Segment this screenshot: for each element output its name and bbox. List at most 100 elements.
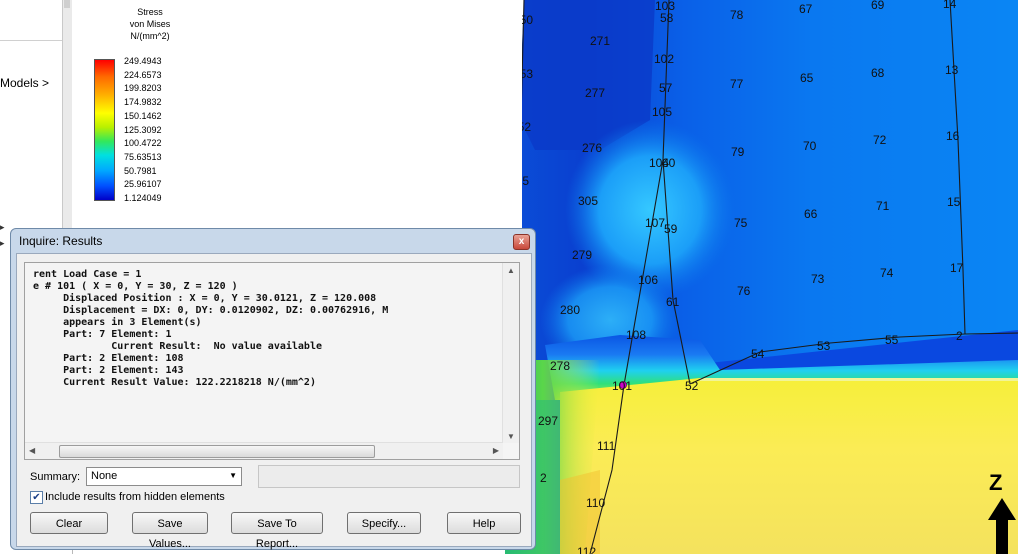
results-line: Part: 7 Element: 1 bbox=[33, 329, 172, 340]
node-label: 67 bbox=[799, 2, 813, 16]
node-label: 73 bbox=[811, 272, 825, 286]
node-label: 110 bbox=[586, 496, 605, 510]
expand-arrow-icon[interactable]: ▸ bbox=[0, 238, 5, 249]
node-label: 277 bbox=[585, 86, 605, 100]
node-label: 2 bbox=[956, 329, 963, 343]
node-label: 52 bbox=[685, 379, 699, 393]
scroll-right-icon[interactable]: ▶ bbox=[493, 446, 499, 455]
node-label: 59 bbox=[664, 222, 678, 236]
scroll-up-icon[interactable]: ▲ bbox=[507, 266, 515, 275]
results-text-area[interactable]: rent Load Case = 1e # 101 ( X = 0, Y = 3… bbox=[24, 262, 520, 460]
node-label: 76 bbox=[737, 284, 751, 298]
node-label: 71 bbox=[876, 199, 890, 213]
legend-value: 224.6573 bbox=[124, 69, 162, 80]
legend-title-line: Stress bbox=[137, 7, 163, 17]
results-line: Displacement = DX: 0, DY: 0.0120902, DZ:… bbox=[33, 305, 389, 316]
node-label: 60 bbox=[662, 156, 676, 170]
dialog-title: Inquire: Results bbox=[19, 234, 103, 248]
node-label: 55 bbox=[885, 333, 899, 347]
node-label: 77 bbox=[730, 77, 744, 91]
vertical-scrollbar[interactable]: ▲ ▼ bbox=[502, 263, 519, 443]
node-label: 69 bbox=[871, 0, 885, 12]
node-label: 17 bbox=[950, 261, 964, 275]
node-label: 57 bbox=[659, 81, 673, 95]
results-line: rent Load Case = 1 bbox=[33, 269, 142, 280]
legend-value: 125.3092 bbox=[124, 124, 162, 135]
node-label: 101 bbox=[612, 379, 632, 393]
node-label: 58 bbox=[660, 11, 674, 25]
node-label: 305 bbox=[578, 194, 598, 208]
node-label: 297 bbox=[538, 414, 558, 428]
results-line: Current Result Value: 122.2218218 N/(mm^… bbox=[33, 377, 316, 388]
node-label: 13 bbox=[945, 63, 959, 77]
node-label: 108 bbox=[626, 328, 646, 342]
close-button[interactable]: x bbox=[513, 234, 530, 250]
summary-output-field bbox=[258, 465, 520, 488]
include-hidden-checkbox[interactable]: ✔ bbox=[30, 491, 43, 504]
clear-button[interactable]: Clear bbox=[30, 512, 108, 534]
legend-value: 150.1462 bbox=[124, 110, 162, 121]
node-label: 78 bbox=[730, 8, 744, 22]
result-legend: Stress von Mises N/(mm^2) 249.4943 224.6… bbox=[72, 0, 522, 230]
node-label: 16 bbox=[946, 129, 960, 143]
node-label: 75 bbox=[734, 216, 748, 230]
panel-scrollbar[interactable] bbox=[62, 0, 72, 230]
node-label: 53 bbox=[817, 339, 831, 353]
node-label: 107 bbox=[645, 216, 665, 230]
results-text: rent Load Case = 1e # 101 ( X = 0, Y = 3… bbox=[33, 269, 388, 389]
node-label: 280 bbox=[560, 303, 580, 317]
legend-value: 25.96107 bbox=[124, 179, 162, 190]
legend-title-line: N/(mm^2) bbox=[130, 31, 170, 41]
node-label: 278 bbox=[550, 359, 570, 373]
scrollbar-thumb[interactable] bbox=[64, 0, 70, 8]
node-label: 74 bbox=[880, 266, 894, 280]
node-label: 70 bbox=[803, 139, 817, 153]
node-label: 14 bbox=[943, 0, 957, 11]
node-label: 72 bbox=[873, 133, 887, 147]
horizontal-scrollbar[interactable]: ◀ ▶ bbox=[25, 442, 503, 459]
legend-value: 75.63513 bbox=[124, 151, 162, 162]
legend-value: 1.124049 bbox=[124, 193, 162, 204]
node-label: 66 bbox=[804, 207, 818, 221]
node-label: 276 bbox=[582, 141, 602, 155]
legend-value: 174.9832 bbox=[124, 97, 162, 108]
legend-value: 199.8203 bbox=[124, 83, 162, 94]
legend-color-bar bbox=[94, 59, 115, 201]
panel-divider bbox=[0, 40, 62, 41]
summary-label: Summary: bbox=[30, 471, 81, 483]
node-label: 105 bbox=[652, 105, 672, 119]
node-label: 65 bbox=[800, 71, 814, 85]
legend-title-line: von Mises bbox=[129, 19, 171, 29]
include-hidden-label[interactable]: Include results from hidden elements bbox=[45, 491, 225, 503]
results-line: e # 101 ( X = 0, Y = 30, Z = 120 ) bbox=[33, 281, 238, 292]
horizontal-scroll-thumb[interactable] bbox=[59, 445, 375, 458]
summary-dropdown[interactable]: None ▼ bbox=[86, 467, 242, 486]
scroll-down-icon[interactable]: ▼ bbox=[507, 432, 515, 441]
node-label: 54 bbox=[751, 347, 765, 361]
chevron-down-icon[interactable]: ▼ bbox=[229, 471, 237, 480]
node-label: 61 bbox=[666, 295, 680, 309]
legend-values: 249.4943 224.6573 199.8203 174.9832 150.… bbox=[124, 55, 162, 206]
legend-value: 50.7981 bbox=[124, 165, 157, 176]
scroll-left-icon[interactable]: ◀ bbox=[29, 446, 35, 455]
results-line: appears in 3 Element(s) bbox=[33, 317, 202, 328]
node-label: 111 bbox=[597, 439, 616, 453]
results-line: Displaced Position : X = 0, Y = 30.0121,… bbox=[33, 293, 377, 304]
legend-value: 100.4722 bbox=[124, 138, 162, 149]
node-label: 2 bbox=[540, 471, 547, 485]
save-values-button[interactable]: Save Values... bbox=[132, 512, 208, 550]
node-label: 102 bbox=[654, 52, 674, 66]
expand-arrow-icon[interactable]: ▸ bbox=[0, 222, 5, 233]
help-button[interactable]: Help bbox=[447, 512, 521, 534]
node-label: 271 bbox=[590, 34, 610, 48]
node-label: 79 bbox=[731, 145, 745, 159]
specify-button[interactable]: Specify... bbox=[347, 512, 421, 534]
results-line: Part: 2 Element: 108 bbox=[33, 353, 184, 364]
save-to-report-button[interactable]: Save To Report... bbox=[231, 512, 323, 550]
models-menu-item[interactable]: Models > bbox=[0, 76, 49, 90]
node-label: 15 bbox=[947, 195, 961, 209]
node-label: 112 bbox=[577, 545, 596, 554]
inquire-results-dialog[interactable]: Inquire: Results x rent Load Case = 1e #… bbox=[10, 228, 536, 550]
node-label: 279 bbox=[572, 248, 592, 262]
z-axis-label: Z bbox=[989, 470, 1003, 495]
